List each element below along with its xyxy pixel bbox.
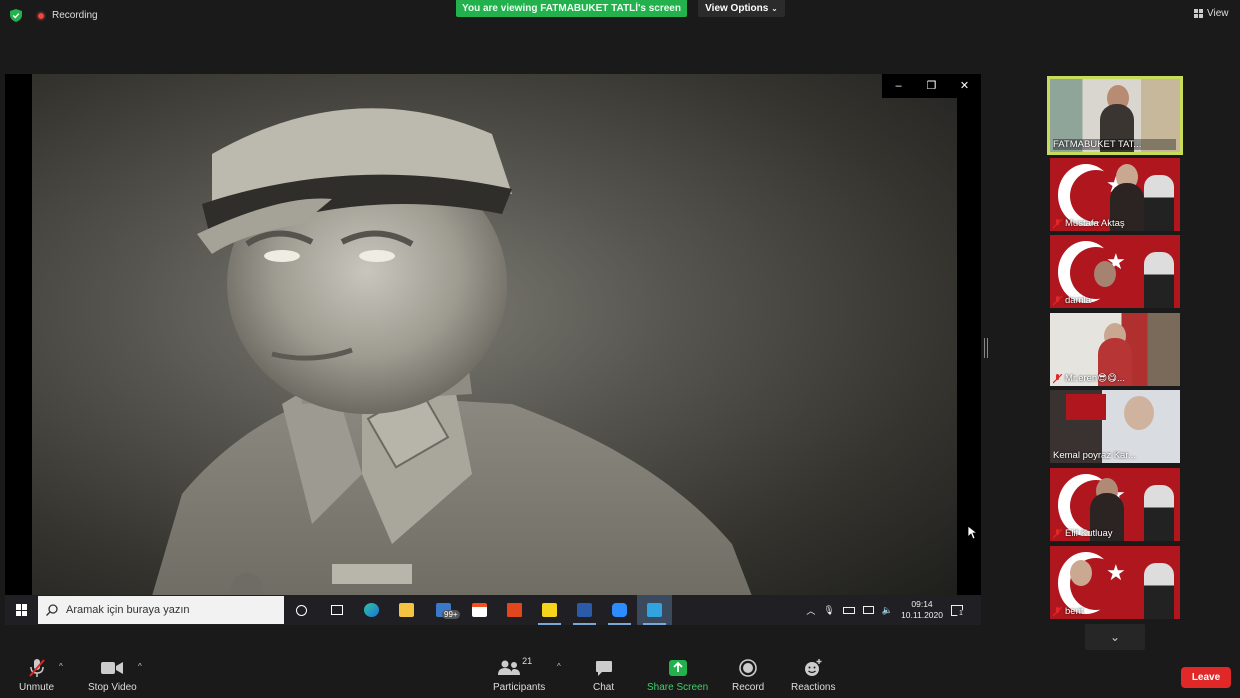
- restore-icon[interactable]: ❐: [915, 74, 948, 98]
- record-button[interactable]: Record: [732, 658, 764, 693]
- grid-view-icon: [1194, 9, 1203, 18]
- participant-name: Elif Kutluay: [1053, 528, 1176, 539]
- notification-center-icon[interactable]: 1: [951, 604, 965, 618]
- mic-muted-icon: [28, 659, 45, 677]
- clock-time: 09:14: [911, 599, 933, 609]
- taskbar-search-box[interactable]: Aramak için buraya yazın: [38, 596, 284, 624]
- participant-name: berit: [1053, 606, 1176, 617]
- share-screen-icon: [668, 660, 687, 676]
- stop-video-label: Stop Video: [88, 682, 137, 693]
- mic-muted-icon: [1053, 606, 1062, 616]
- mic-muted-icon: [1053, 528, 1062, 538]
- reactions-button[interactable]: Reactions: [791, 658, 835, 693]
- task-view-icon[interactable]: [319, 595, 354, 625]
- viewing-screen-banner: You are viewing FATMABUKET TATLİ's scree…: [456, 0, 687, 17]
- notification-count: 1: [957, 609, 965, 618]
- chevron-up-icon[interactable]: ︿: [806, 604, 815, 617]
- shared-screen[interactable]: – ❐ ✕: [5, 74, 981, 596]
- meeting-controls-bar: Unmute ^ Stop Video ^ 21 Participants ^ …: [0, 652, 1240, 698]
- unmute-label: Unmute: [19, 682, 55, 693]
- view-button[interactable]: View: [1194, 8, 1229, 19]
- windows-start-icon[interactable]: [5, 595, 38, 625]
- participants-options-chevron-icon[interactable]: ^: [557, 662, 561, 671]
- edge-icon[interactable]: [354, 595, 389, 625]
- office-icon[interactable]: [497, 595, 532, 625]
- record-icon: [739, 659, 757, 677]
- panel-resize-handle[interactable]: [984, 338, 988, 358]
- chat-button[interactable]: Chat: [593, 658, 614, 693]
- participant-video[interactable]: ★ berit: [1050, 546, 1180, 619]
- recording-indicator[interactable]: Recording: [36, 10, 98, 21]
- unmute-button[interactable]: Unmute: [19, 658, 54, 693]
- chat-label: Chat: [593, 682, 615, 693]
- media-player-icon[interactable]: [637, 595, 672, 625]
- video-options-chevron-icon[interactable]: ^: [138, 662, 142, 671]
- search-icon: [46, 604, 58, 616]
- recording-dot-icon: [36, 10, 46, 21]
- system-tray: ︿ 🎙 🔈 09:14 10.11.2020 1: [806, 599, 981, 621]
- taskbar-clock[interactable]: 09:14 10.11.2020: [901, 599, 943, 621]
- star-icon: ★: [1106, 560, 1126, 585]
- zoom-meeting-window: Recording You are viewing FATMABUKET TAT…: [0, 0, 1240, 698]
- close-icon[interactable]: ✕: [948, 74, 981, 98]
- stop-video-button[interactable]: Stop Video: [88, 658, 137, 693]
- participant-video[interactable]: ★ damla: [1050, 235, 1180, 308]
- minimize-icon[interactable]: –: [882, 74, 915, 98]
- mic-muted-icon: [1053, 295, 1062, 305]
- participants-icon: [498, 660, 521, 675]
- participant-name: Mr.eren😎😋...: [1053, 373, 1176, 384]
- participant-name: Kemal poyraz Kar...: [1053, 450, 1136, 461]
- participant-video[interactable]: FATMABUKET TAT...: [1047, 76, 1183, 155]
- participants-count: 21: [522, 656, 533, 666]
- top-bar: Recording You are viewing FATMABUKET TAT…: [0, 0, 1240, 30]
- volume-icon[interactable]: 🔈: [882, 605, 893, 616]
- window-controls: – ❐ ✕: [882, 74, 981, 98]
- participant-video[interactable]: Kemal poyraz Kar...: [1050, 390, 1180, 463]
- word-icon[interactable]: [567, 595, 602, 625]
- mouse-cursor-icon: [968, 526, 978, 540]
- leave-button[interactable]: Leave: [1181, 667, 1231, 688]
- microphone-icon[interactable]: 🎙: [823, 605, 834, 616]
- view-options-label: View Options: [705, 3, 769, 14]
- participant-video[interactable]: Mr.eren😎😋...: [1050, 313, 1180, 386]
- participants-button[interactable]: 21 Participants: [493, 656, 546, 693]
- participants-label: Participants: [493, 682, 546, 693]
- view-options-button[interactable]: View Options ⌄: [698, 0, 785, 17]
- participant-name: damla: [1053, 295, 1176, 306]
- reactions-emoji-icon: [805, 659, 822, 676]
- reactions-label: Reactions: [791, 682, 836, 693]
- participant-video[interactable]: ★ Mustafa Aktaş: [1050, 158, 1180, 231]
- portrait-illustration: [152, 108, 752, 596]
- zoom-app-icon[interactable]: [602, 595, 637, 625]
- scroll-down-button[interactable]: ⌄: [1085, 624, 1145, 650]
- file-explorer-icon[interactable]: [389, 595, 424, 625]
- participant-name: FATMABUKET TAT...: [1053, 139, 1176, 150]
- battery-icon[interactable]: [842, 606, 855, 614]
- mic-muted-icon: [1053, 373, 1062, 383]
- windows-taskbar: Aramak için buraya yazın 99+ ︿ 🎙 🔈 09:14…: [5, 595, 981, 625]
- share-screen-label: Share Screen: [647, 682, 709, 693]
- audio-options-chevron-icon[interactable]: ^: [59, 662, 63, 671]
- record-label: Record: [732, 682, 765, 693]
- participant-name: Mustafa Aktaş: [1053, 218, 1176, 229]
- mail-badge: 99+: [442, 610, 460, 619]
- cortana-icon[interactable]: [284, 595, 319, 625]
- chevron-down-icon: ⌄: [1109, 630, 1121, 644]
- share-screen-button[interactable]: Share Screen: [647, 658, 708, 693]
- video-camera-icon: [101, 662, 124, 674]
- chat-bubble-icon: [595, 660, 612, 676]
- clock-date: 10.11.2020: [901, 610, 943, 620]
- recording-label: Recording: [52, 10, 98, 21]
- sticky-notes-icon[interactable]: [532, 595, 567, 625]
- mail-icon[interactable]: 99+: [424, 595, 462, 625]
- participant-video[interactable]: ★ Elif Kutluay: [1050, 468, 1180, 541]
- store-icon[interactable]: [462, 595, 497, 625]
- chevron-down-icon: ⌄: [771, 4, 778, 13]
- security-shield-icon[interactable]: [10, 9, 22, 22]
- network-icon[interactable]: [862, 606, 874, 614]
- view-label: View: [1207, 8, 1229, 19]
- mic-muted-icon: [1053, 218, 1062, 228]
- taskbar-search-placeholder: Aramak için buraya yazın: [66, 604, 190, 616]
- portrait-photo: [32, 74, 957, 596]
